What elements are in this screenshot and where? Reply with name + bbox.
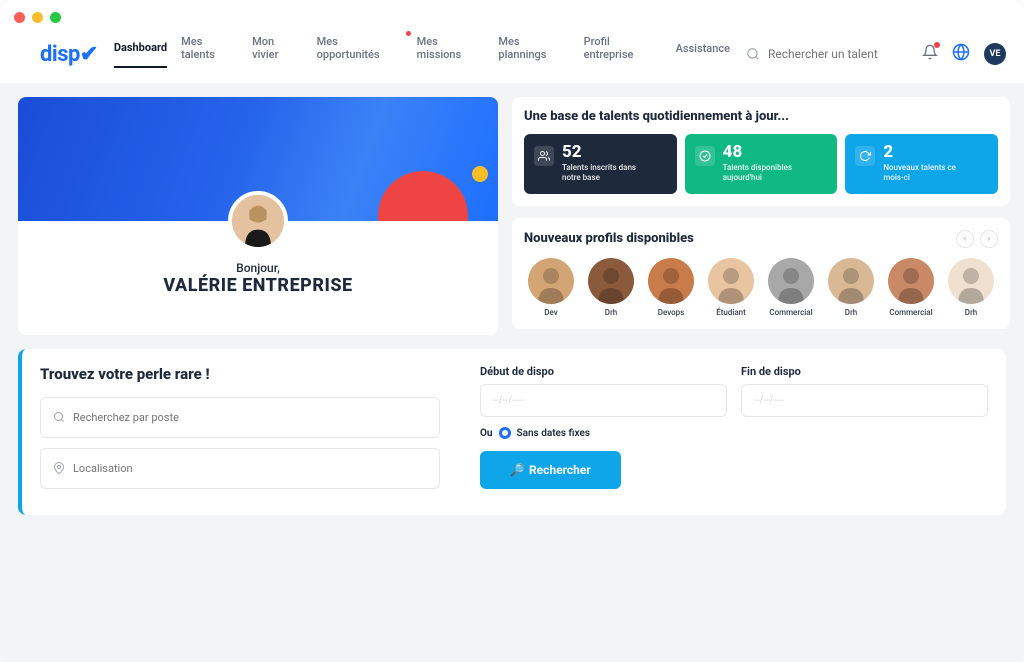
search-button[interactable]: 🔎 Rechercher [480,451,621,489]
no-dates-radio[interactable] [499,427,511,439]
profile-avatar [888,258,934,304]
greeting-text: Bonjour, [18,261,498,275]
nav-item-mes-missions[interactable]: Mes missions [417,35,485,73]
profile-picture [228,191,288,251]
or-label: Ou [480,428,493,439]
nav-item-mon-vivier[interactable]: Mon vivier [252,35,303,73]
users-icon [534,146,554,166]
profile-item[interactable]: Drh [584,258,638,317]
profile-avatar [948,258,994,304]
notification-badge [934,42,940,48]
profile-avatar [588,258,634,304]
profiles-card: Nouveaux profils disponibles ‹ › Dev Drh D… [512,218,1010,329]
profile-item[interactable]: Dev [524,258,578,317]
nav-item-mes-talents[interactable]: Mes talents [181,35,238,73]
main-nav: Dashboard Mes talents Mon vivier Mes opport… [114,35,730,73]
check-circle-icon [695,146,715,166]
stat-available: 48 Talents disponibles aujourd'hui [685,134,838,194]
start-date-label: Début de dispo [480,365,727,378]
nav-item-profil-entreprise[interactable]: Profil entreprise [584,35,662,73]
profile-avatar [708,258,754,304]
stat-label: Nouveaux talents ce mois-ci [883,163,973,184]
search-card: Trouvez votre perle rare ! Début de disp… [18,349,1006,515]
post-input[interactable] [73,411,427,424]
stat-label: Talents disponibles aujourd'hui [723,163,813,184]
refresh-icon [855,146,875,166]
profile-item[interactable]: Commercial [764,258,818,317]
search-icon [746,47,760,61]
profile-item[interactable]: Étudiant [704,258,758,317]
logo[interactable]: disp✔ [40,42,98,67]
profile-role: Dev [524,308,578,317]
profile-avatar [828,258,874,304]
end-date-label: Fin de dispo [741,365,988,378]
maximize-window-icon[interactable] [50,12,61,23]
nav-item-mes-plannings[interactable]: Mes plannings [498,35,569,73]
stats-card: Une base de talents quotidiennement à jo… [512,97,1010,206]
window-controls [0,0,1024,35]
notification-dot [406,31,411,36]
profile-item[interactable]: Drh [824,258,878,317]
global-search-input[interactable] [768,47,908,61]
profiles-title: Nouveaux profils disponibles [524,231,694,246]
location-input[interactable] [73,462,427,475]
stat-label: Talents inscrits dans notre base [562,163,652,184]
stat-value: 2 [883,144,973,161]
welcome-card: Bonjour, VALÉRIE ENTREPRISE [18,97,498,335]
profile-item[interactable]: Drh [944,258,998,317]
profile-role: Drh [584,308,638,317]
profile-role: Commercial [884,308,938,317]
stat-value: 48 [723,144,813,161]
start-date-input[interactable]: --/--/---- [480,384,727,417]
profile-role: Drh [944,308,998,317]
nav-item-dashboard[interactable]: Dashboard [114,41,167,68]
carousel-prev-button[interactable]: ‹ [956,230,974,248]
stat-value: 52 [562,144,652,161]
search-title: Trouvez votre perle rare ! [40,365,440,383]
minimize-window-icon[interactable] [32,12,43,23]
profile-role: Commercial [764,308,818,317]
stat-registered: 52 Talents inscrits dans notre base [524,134,677,194]
global-search[interactable] [746,47,908,61]
stat-new: 2 Nouveaux talents ce mois-ci [845,134,998,194]
nav-item-assistance[interactable]: Assistance [676,42,730,67]
end-date-input[interactable]: --/--/---- [741,384,988,417]
profile-avatar [648,258,694,304]
profile-item[interactable]: Devops [644,258,698,317]
location-icon [53,459,65,478]
profile-avatar [528,258,574,304]
language-button[interactable] [952,43,970,65]
profile-avatar [768,258,814,304]
no-dates-label: Sans dates fixes [517,428,591,439]
notifications-button[interactable] [922,44,938,64]
user-avatar[interactable]: VE [984,43,1006,65]
carousel-next-button[interactable]: › [980,230,998,248]
profile-item[interactable]: Commercial [884,258,938,317]
stats-title: Une base de talents quotidiennement à jo… [524,109,998,124]
profile-role: Devops [644,308,698,317]
search-button-label: Rechercher [529,463,591,477]
close-window-icon[interactable] [14,12,25,23]
profile-role: Drh [824,308,878,317]
nav-item-mes-opportunités[interactable]: Mes opportunités [317,35,403,73]
globe-icon [952,43,970,61]
user-name: VALÉRIE ENTREPRISE [18,275,498,296]
profile-role: Étudiant [704,308,758,317]
search-by-post[interactable] [40,397,440,438]
search-by-location[interactable] [40,448,440,489]
search-icon [53,408,65,427]
